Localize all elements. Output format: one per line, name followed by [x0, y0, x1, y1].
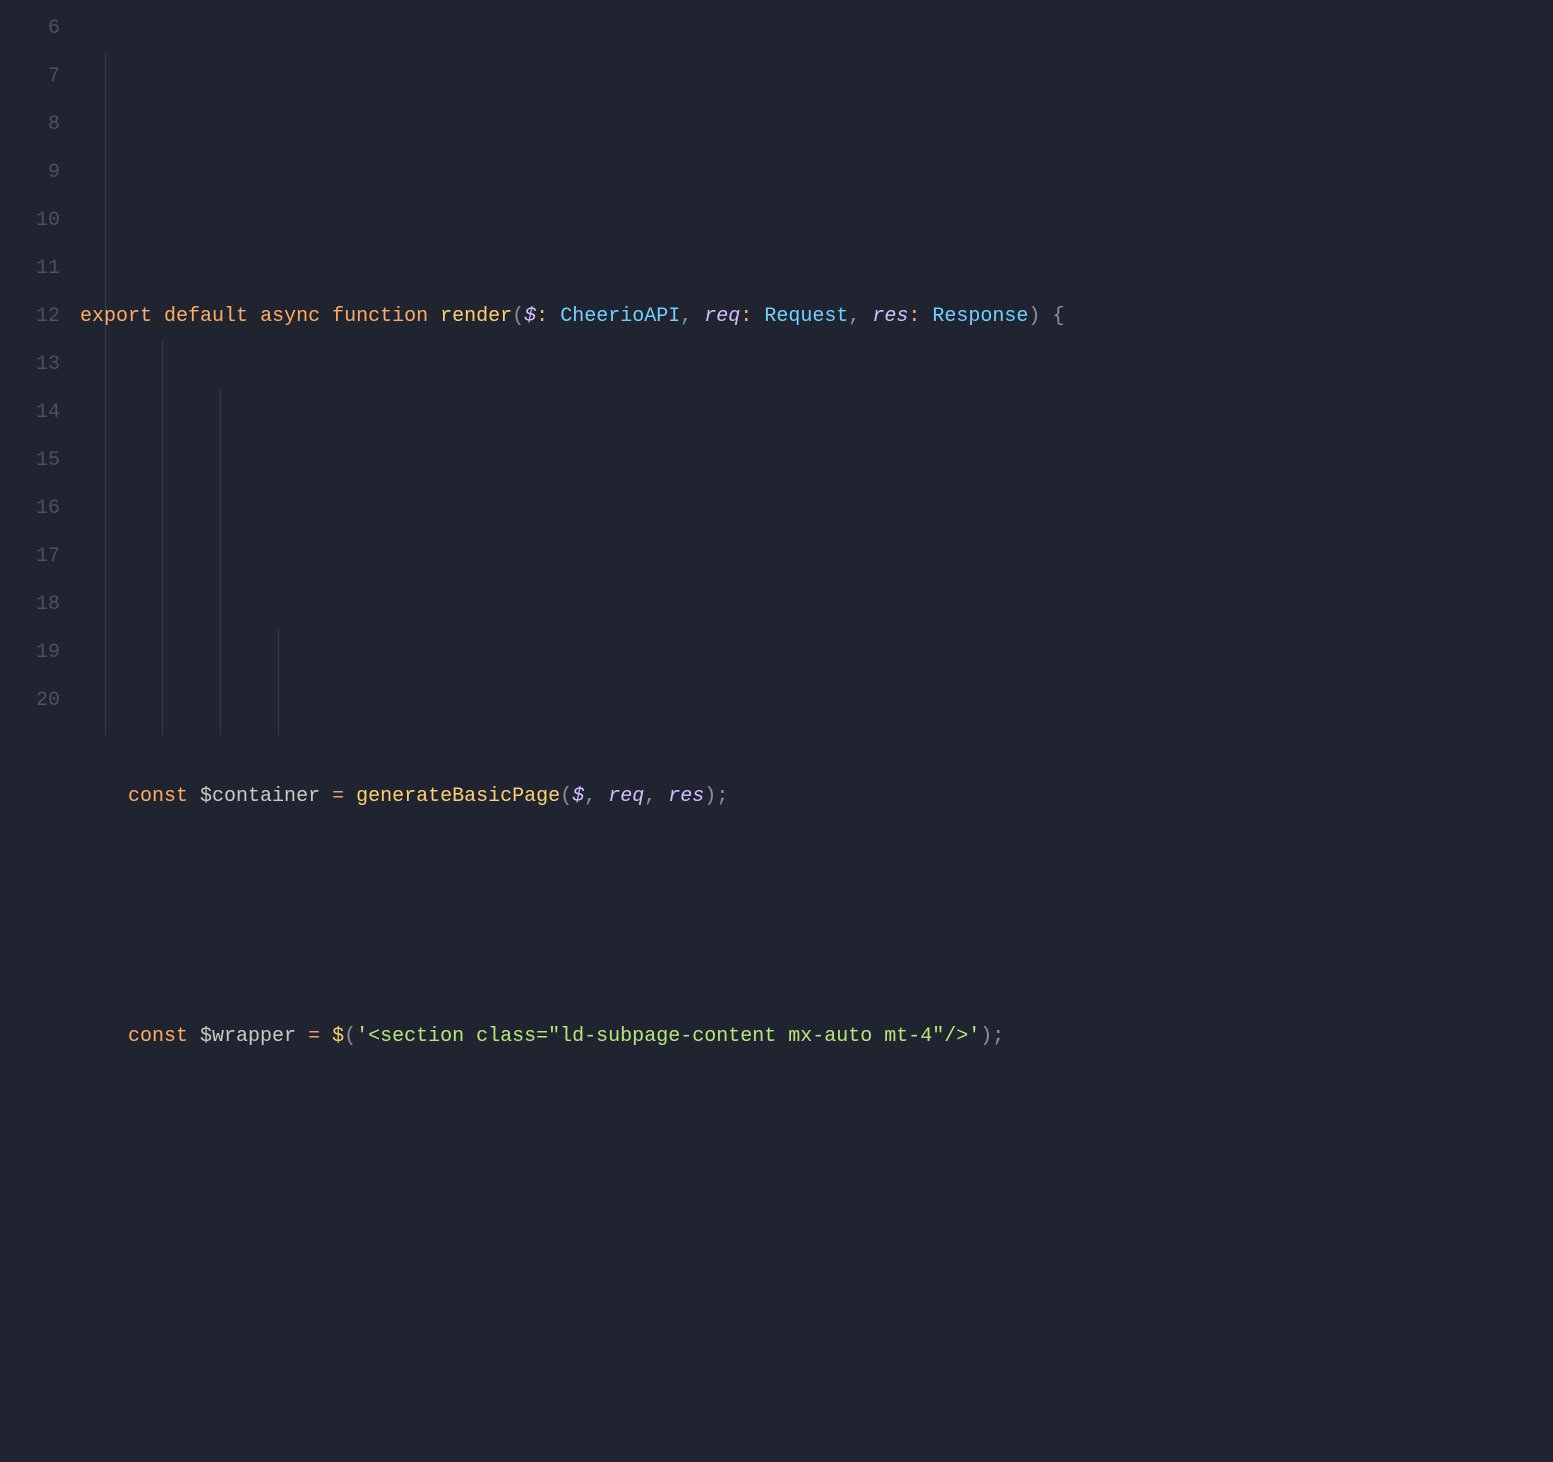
line-number: 7: [0, 53, 60, 101]
line-number-gutter: 6 7 8 9 10 11 12 13 14 15 16 17 18 19 20: [0, 0, 80, 731]
line-number: 8: [0, 101, 60, 149]
line-number: 17: [0, 533, 60, 581]
keyword-const: const: [128, 1025, 188, 1048]
type: CheerioAPI: [560, 305, 680, 328]
code-line[interactable]: export default async function render($: …: [80, 293, 1553, 341]
line-number: 15: [0, 437, 60, 485]
line-number: 14: [0, 389, 60, 437]
code-line[interactable]: [80, 1253, 1553, 1301]
function-call: $: [332, 1025, 344, 1048]
variable: $wrapper: [200, 1025, 296, 1048]
keyword-export: export: [80, 305, 152, 328]
arg: res: [668, 785, 704, 808]
line-number: 11: [0, 245, 60, 293]
code-line[interactable]: const $container = generateBasicPage($, …: [80, 773, 1553, 821]
keyword-const: const: [128, 785, 188, 808]
arg: $: [572, 785, 584, 808]
line-number: 13: [0, 341, 60, 389]
line-number: 12: [0, 293, 60, 341]
arg: req: [608, 785, 644, 808]
line-number: 9: [0, 149, 60, 197]
function-call: generateBasicPage: [356, 785, 560, 808]
string-literal: '<section class="ld-subpage-content mx-a…: [356, 1025, 980, 1048]
keyword-async: async: [260, 305, 320, 328]
line-number: 16: [0, 485, 60, 533]
function-name: render: [440, 305, 512, 328]
line-number: 10: [0, 197, 60, 245]
type: Request: [764, 305, 848, 328]
line-number: 19: [0, 629, 60, 677]
code-line[interactable]: [80, 533, 1553, 581]
line-number: 6: [0, 5, 60, 53]
code-line[interactable]: const $wrapper = $('<section class="ld-s…: [80, 1013, 1553, 1061]
line-number: 20: [0, 677, 60, 725]
keyword-default: default: [164, 305, 248, 328]
code-area[interactable]: export default async function render($: …: [80, 0, 1553, 731]
line-number: 18: [0, 581, 60, 629]
param-dollar: $: [524, 305, 536, 328]
keyword-function: function: [332, 305, 428, 328]
variable: $container: [200, 785, 320, 808]
param-res: res: [872, 305, 908, 328]
code-editor[interactable]: 6 7 8 9 10 11 12 13 14 15 16 17 18 19 20…: [0, 0, 1553, 731]
param-req: req: [704, 305, 740, 328]
type: Response: [932, 305, 1028, 328]
